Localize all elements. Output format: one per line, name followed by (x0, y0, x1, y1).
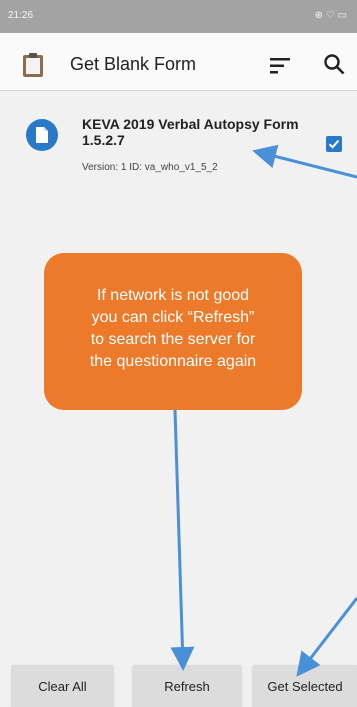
form-title: KEVA 2019 Verbal Autopsy Form 1.5.2.7 (82, 116, 299, 148)
page-title: Get Blank Form (70, 54, 197, 74)
form-list-item[interactable]: KEVA 2019 Verbal Autopsy Form 1.5.2.7 Ve… (0, 100, 357, 192)
refresh-button[interactable]: Refresh (133, 665, 241, 707)
status-bar: 21:26 ⊕ ♡ ▭ (0, 0, 357, 33)
callout-line: If network is not good (96, 287, 250, 304)
sort-icon[interactable] (270, 57, 292, 75)
app-bar: Get Blank Form (0, 33, 357, 91)
search-icon[interactable] (323, 53, 345, 75)
form-version-id: Version: 1 ID: va_who_v1_5_2 (82, 162, 218, 173)
clear-all-button[interactable]: Clear All (12, 665, 113, 707)
form-select-checkbox[interactable] (326, 136, 342, 152)
callout-line: you can click “Refresh” (91, 309, 255, 326)
arrow-to-refresh (170, 409, 195, 671)
callout-line: to search the server for (90, 331, 256, 348)
get-selected-button[interactable]: Get Selected (253, 665, 357, 707)
clipboard-icon (23, 53, 43, 77)
callout-line: the questionnaire again (89, 353, 257, 370)
bottom-button-bar: Clear All Refresh Get Selected (0, 655, 357, 707)
instruction-callout: If network is not good you can click “Re… (44, 253, 302, 410)
status-icons: ⊕ ♡ ▭ (314, 10, 347, 21)
form-file-icon (26, 119, 58, 151)
status-time: 21:26 (8, 10, 34, 21)
